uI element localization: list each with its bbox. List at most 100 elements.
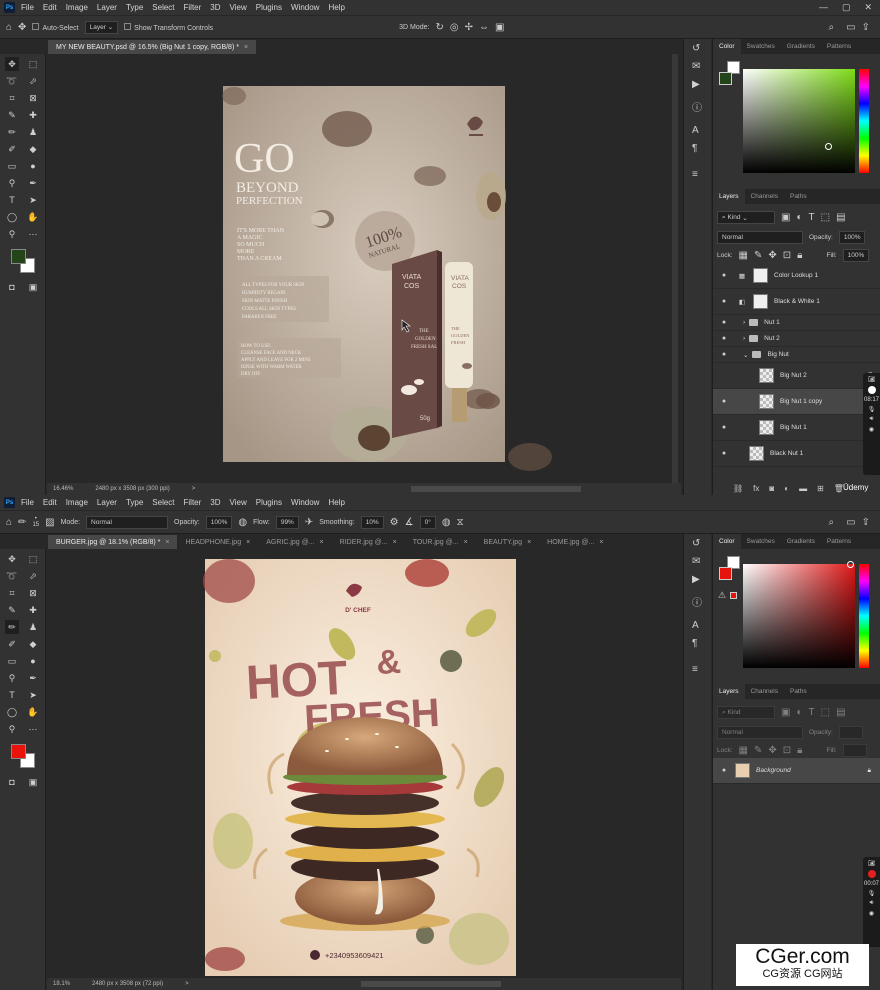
opacity-input[interactable] <box>838 726 863 739</box>
paragraph-icon[interactable]: ¶ <box>692 143 697 154</box>
healing-brush-icon[interactable]: ✚ <box>26 108 40 122</box>
tab-layers[interactable]: Layers <box>713 684 745 699</box>
menu-select[interactable]: Select <box>152 3 174 12</box>
filter-smart-icon[interactable]: ▤ <box>836 212 845 223</box>
burger-poster-canvas[interactable]: D' CHEF HOT & FRESH +2340953609421 <box>47 549 681 978</box>
brush-size-preview[interactable]: • 15 <box>32 516 39 528</box>
microphone-icon[interactable]: 🎙︎ <box>868 890 876 897</box>
frame-tool-icon[interactable]: ⊠ <box>26 91 40 105</box>
layer-filter-kind[interactable]: ⌕ Kind <box>717 706 775 719</box>
tab-burger[interactable]: BURGER.jpg @ 18.1% (RGB/8) * × <box>48 535 178 549</box>
menu-file[interactable]: File <box>21 498 34 507</box>
angle-input[interactable]: 0° <box>419 515 436 529</box>
lasso-tool-icon[interactable]: ➰ <box>5 74 19 88</box>
move-tool-icon[interactable]: ✥ <box>5 552 19 566</box>
path-select-icon[interactable]: ➤ <box>26 688 40 702</box>
filter-shape-icon[interactable]: ⬚ <box>821 212 830 223</box>
tab-rider[interactable]: RIDER.jpg @... × <box>332 535 405 549</box>
actions-icon[interactable]: ▶ <box>692 79 700 90</box>
move-tool-icon[interactable]: ✥ <box>5 57 19 71</box>
quick-mask-icon[interactable]: ◘ <box>5 280 19 294</box>
history-icon[interactable]: ↺ <box>692 43 700 54</box>
layer-row[interactable]: Big Nut 2⧉ <box>713 363 880 389</box>
symmetry-icon[interactable]: ⧖ <box>457 517 464 528</box>
properties-icon[interactable]: ≡ <box>692 664 698 675</box>
share-icon[interactable]: ⇪ <box>862 517 870 528</box>
fill-input[interactable] <box>842 744 867 757</box>
lock-move-icon[interactable]: ✥ <box>768 250 776 261</box>
lock-pixels-icon[interactable]: ▦ <box>739 745 748 756</box>
home-icon[interactable]: ⌂ <box>6 22 12 33</box>
roll-icon[interactable]: ◎ <box>450 22 459 33</box>
tab-close-icon[interactable]: × <box>320 539 324 546</box>
visibility-eye-icon[interactable]: ● <box>717 272 731 279</box>
search-icon[interactable]: ⌕ <box>829 22 835 33</box>
comments-icon[interactable]: ✉ <box>692 61 700 72</box>
character-icon[interactable]: A <box>692 620 699 631</box>
lock-artboard-icon[interactable]: ⊡ <box>783 745 791 756</box>
filter-pixel-icon[interactable]: ▣ <box>781 212 790 223</box>
pen-tool-icon[interactable]: ✒ <box>26 671 40 685</box>
speaker-icon[interactable]: 🔊︎ <box>870 416 874 423</box>
menu-3d[interactable]: 3D <box>210 3 220 12</box>
tab-close-icon[interactable]: × <box>244 44 248 51</box>
visibility-eye-icon[interactable]: ● <box>717 424 731 431</box>
gamut-color-swatch[interactable] <box>730 592 737 599</box>
menu-3d[interactable]: 3D <box>210 498 220 507</box>
foreground-color-swatch[interactable] <box>11 249 26 264</box>
show-transform-checkbox[interactable]: Show Transform Controls <box>124 22 213 32</box>
path-select-icon[interactable]: ➤ <box>26 193 40 207</box>
link-layers-icon[interactable]: ⛓ <box>733 484 743 493</box>
layer-row[interactable]: ●Big Nut 1⧉ <box>713 415 880 441</box>
webcam-icon[interactable]: ◉ <box>869 426 874 433</box>
actions-icon[interactable]: ▶ <box>692 574 700 585</box>
zoom-level[interactable]: 18.1% <box>53 981 70 987</box>
visibility-eye-icon[interactable]: ● <box>717 335 731 342</box>
crop-tool-icon[interactable]: ⌗ <box>5 91 19 105</box>
zoom-tool-icon[interactable]: ⚲ <box>5 722 19 736</box>
menu-file[interactable]: File <box>21 3 34 12</box>
filter-type-icon[interactable]: T <box>809 212 815 223</box>
document-canvas-area[interactable]: GO BEYOND PERFECTION IT'S MORE THAN A MA… <box>47 54 681 483</box>
smoothing-input[interactable]: 10% <box>360 515 384 529</box>
menu-window[interactable]: Window <box>291 3 319 12</box>
panel-fg-swatch[interactable] <box>719 72 732 85</box>
eraser-icon[interactable]: ◆ <box>26 142 40 156</box>
tab-close-icon[interactable]: × <box>599 539 603 546</box>
tab-headphone[interactable]: HEADPHONE.jpg × <box>177 535 258 549</box>
tab-patterns[interactable]: Patterns <box>821 39 857 54</box>
edit-toolbar-icon[interactable]: ⋯ <box>26 722 40 736</box>
webcam-icon[interactable]: ◉ <box>869 910 874 917</box>
new-adjustment-icon[interactable]: ◐ <box>784 484 789 493</box>
layer-row[interactable]: ● ▦ Color Lookup 1 <box>713 263 880 289</box>
menu-window[interactable]: Window <box>291 498 319 507</box>
eyedropper-icon[interactable]: ✎ <box>5 108 19 122</box>
layer-row-selected[interactable]: ●Big Nut 1 copy⧉ <box>713 389 880 415</box>
stamp-tool-icon[interactable]: ♟ <box>26 620 40 634</box>
pressure-size-icon[interactable]: ◍ <box>442 517 451 528</box>
status-arrow[interactable]: > <box>192 486 196 492</box>
tab-my-new-beauty[interactable]: MY NEW BEAUTY.psd @ 16.5% (Big Nut 1 cop… <box>48 40 257 54</box>
tab-patterns[interactable]: Patterns <box>821 534 857 549</box>
menu-type[interactable]: Type <box>126 498 143 507</box>
menu-type[interactable]: Type <box>126 3 143 12</box>
tab-home[interactable]: HOME.jpg @... × <box>539 535 611 549</box>
menu-help[interactable]: Help <box>328 498 344 507</box>
close-button[interactable]: ✕ <box>864 2 872 13</box>
lock-move-icon[interactable]: ✥ <box>768 745 776 756</box>
paragraph-icon[interactable]: ¶ <box>692 638 697 649</box>
layer-row[interactable]: ● › Nut 1 <box>713 315 880 331</box>
screen-mode-icon[interactable]: ▣ <box>26 775 40 789</box>
filter-adjust-icon[interactable]: ◐ <box>796 212 802 223</box>
menu-image[interactable]: Image <box>66 3 88 12</box>
object-select-icon[interactable]: ⬀ <box>26 74 40 88</box>
lock-artboard-icon[interactable]: ⊡ <box>783 250 791 261</box>
vertical-scrollbar[interactable] <box>672 54 678 483</box>
status-arrow[interactable]: > <box>185 981 189 987</box>
menu-edit[interactable]: Edit <box>43 3 57 12</box>
zoom-tool-icon[interactable]: ⚲ <box>5 227 19 241</box>
chevron-right-icon[interactable]: › <box>743 335 745 342</box>
pressure-opacity-icon[interactable]: ◍ <box>238 517 247 528</box>
gamut-warning-icon[interactable]: ⚠ <box>718 590 726 601</box>
blur-tool-icon[interactable]: ● <box>26 159 40 173</box>
